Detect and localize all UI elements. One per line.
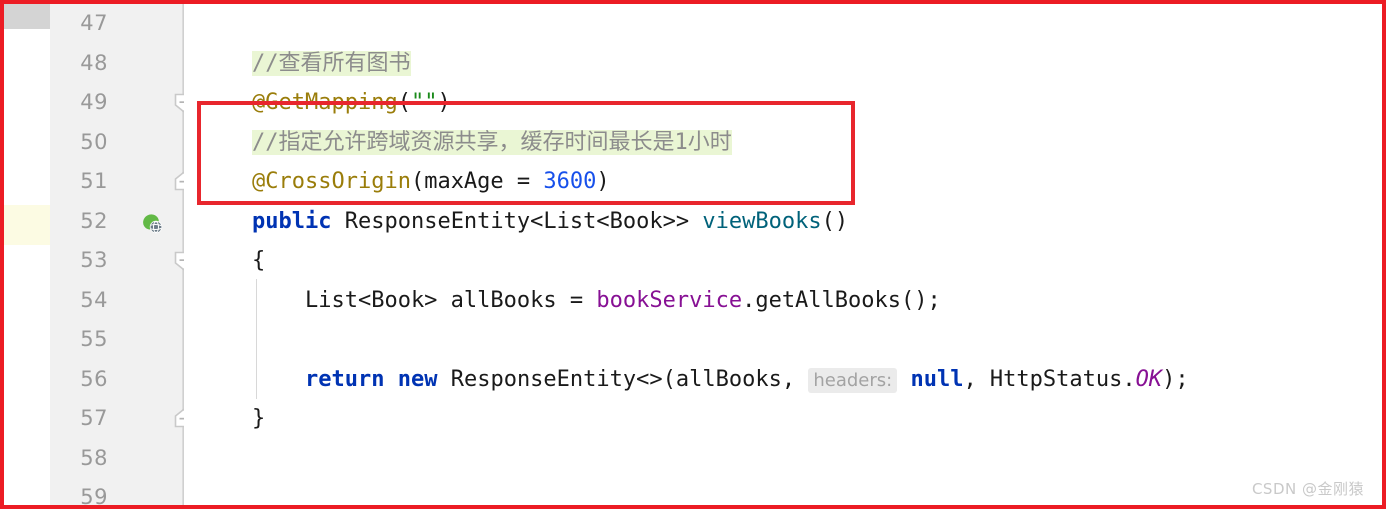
code-token: public <box>252 208 332 234</box>
code-token: List<Book> allBooks = <box>252 287 597 313</box>
code-token: OK <box>1135 366 1163 392</box>
code-token: headers: <box>808 367 898 393</box>
code-token: bookService <box>596 287 743 313</box>
line-number: 50 <box>80 129 108 154</box>
line-number: 57 <box>80 406 108 430</box>
code-line[interactable] <box>184 4 1382 44</box>
code-token: @CrossOrigin <box>252 169 411 194</box>
code-line[interactable]: //指定允许跨域资源共享，缓存时间最长是1小时 <box>184 123 1382 163</box>
line-number: 48 <box>80 50 108 75</box>
gutter-row[interactable]: 52 <box>50 202 182 242</box>
code-token: , HttpStatus. <box>963 366 1136 392</box>
code-token: ) <box>437 90 451 115</box>
gutter-row[interactable]: 55 <box>50 320 182 360</box>
indent-guide-line <box>256 279 257 399</box>
line-number: 59 <box>80 485 108 509</box>
line-number: 54 <box>80 287 108 312</box>
code-token: () <box>821 208 849 234</box>
code-token: ResponseEntity<List<Book>> <box>331 208 703 234</box>
gutter-row[interactable]: 53 <box>50 241 182 281</box>
code-token: "" <box>410 90 438 115</box>
code-token: ); <box>1162 366 1189 392</box>
code-line[interactable] <box>184 478 1382 505</box>
strip-gray-block <box>4 4 50 29</box>
gutter-row[interactable]: 47 <box>50 4 182 44</box>
code-line[interactable]: { <box>184 241 1382 281</box>
line-number: 53 <box>80 248 108 272</box>
code-token: //指定允许跨域资源共享，缓存时间最长是1小时 <box>252 129 732 155</box>
line-number: 52 <box>80 208 108 233</box>
gutter-row[interactable]: 58 <box>50 439 182 479</box>
code-token: .getAllBooks(); <box>742 287 941 313</box>
code-token: new <box>397 366 438 392</box>
line-number: 51 <box>80 169 108 193</box>
gutter-row[interactable]: 50 <box>50 123 182 163</box>
code-token: ResponseEntity<>(allBooks, <box>437 366 809 392</box>
code-line[interactable]: //查看所有图书 <box>184 44 1382 84</box>
code-line[interactable]: @CrossOrigin(maxAge = 3600) <box>184 162 1382 202</box>
code-token: { <box>252 248 266 273</box>
gutter-row[interactable]: 48 <box>50 44 182 84</box>
code-token: } <box>252 406 266 431</box>
strip-current-line-highlight <box>4 205 50 245</box>
code-token: @GetMapping <box>252 90 398 115</box>
gutter-row[interactable]: 54 <box>50 281 182 321</box>
gutter-row[interactable]: 51 <box>50 162 182 202</box>
spring-web-endpoint-icon[interactable] <box>142 210 164 234</box>
code-token: null <box>910 366 964 392</box>
line-number: 56 <box>80 366 108 391</box>
code-token: 3600 <box>543 169 597 194</box>
csdn-watermark: CSDN @金刚猿 <box>1251 480 1364 498</box>
code-line[interactable] <box>184 320 1382 360</box>
line-number: 49 <box>80 90 108 114</box>
code-editor-screenshot: 47 48 49 50 51 52 53 54 55 56 57 58 59 //查看所有图书 @GetM… <box>0 0 1386 509</box>
code-line[interactable]: @GetMapping("") <box>184 83 1382 123</box>
code-token: ) <box>596 169 610 194</box>
code-line[interactable] <box>184 439 1382 479</box>
code-line[interactable]: } <box>184 399 1382 439</box>
line-number: 47 <box>80 11 108 35</box>
code-token: viewBooks <box>702 208 822 234</box>
editor-left-marker-strip[interactable] <box>4 4 50 505</box>
line-number: 55 <box>80 327 108 351</box>
code-line[interactable]: return new ResponseEntity<>(allBooks, he… <box>184 360 1382 400</box>
line-number-gutter[interactable]: 47 48 49 50 51 52 53 54 55 56 57 58 59 <box>50 4 183 509</box>
gutter-row[interactable]: 56 <box>50 360 182 400</box>
code-token: return <box>304 366 385 392</box>
code-token: ( <box>397 90 411 115</box>
gutter-row[interactable]: 57 <box>50 399 182 439</box>
code-line[interactable]: public ResponseEntity<List<Book>> viewBo… <box>184 202 1382 242</box>
code-token: //查看所有图书 <box>252 50 411 76</box>
gutter-row[interactable]: 49 <box>50 83 182 123</box>
gutter-row[interactable]: 59 <box>50 478 182 518</box>
code-line[interactable]: List<Book> allBooks = bookService.getAll… <box>184 281 1382 321</box>
code-token: (maxAge = <box>410 169 544 194</box>
line-number: 58 <box>80 445 108 470</box>
code-text-area[interactable]: //查看所有图书 @GetMapping("") //指定允许跨域资源共享，缓存时间… <box>184 4 1382 505</box>
